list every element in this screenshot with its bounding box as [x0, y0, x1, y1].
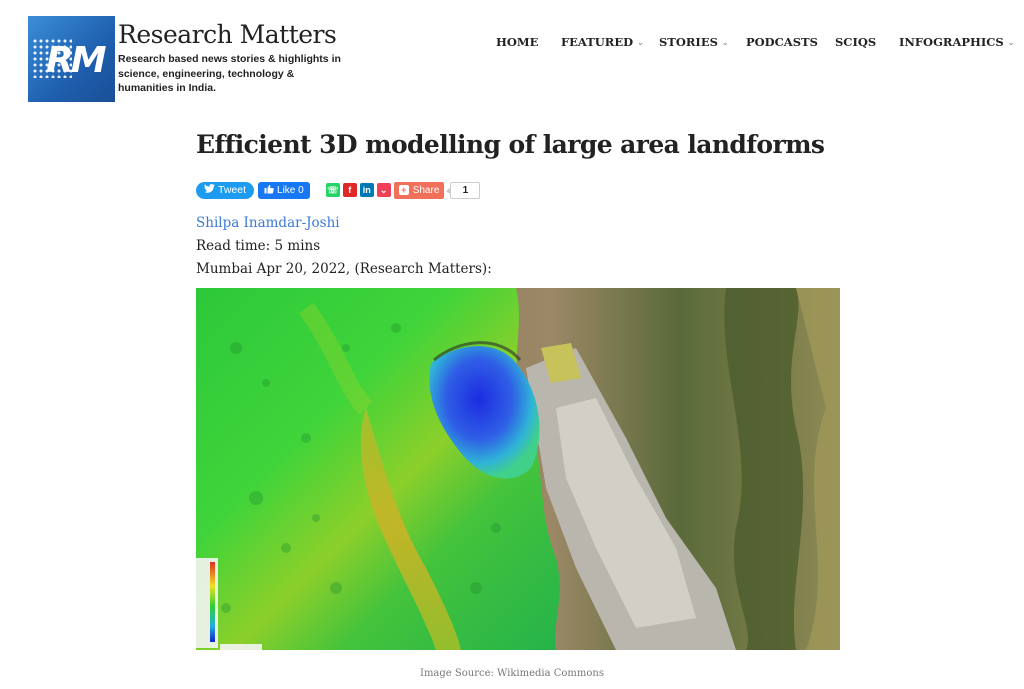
linkedin-icon[interactable]: in [359, 183, 374, 197]
nav-item-infographics[interactable]: INFOGRAPHICS ⌄ [899, 35, 1014, 49]
share-button[interactable]: + Share [393, 181, 445, 199]
nav-item-stories[interactable]: STORIES ⌄ [659, 35, 746, 49]
read-time: Read time: 5 mins [196, 238, 321, 254]
nav-item-podcasts[interactable]: PODCASTS [746, 35, 835, 49]
nav-label: SCIQS [835, 35, 877, 49]
logo-text: RM [46, 40, 107, 81]
share-count: 1 [446, 181, 481, 199]
whatsapp-icon[interactable]: ☏ [325, 183, 340, 197]
main-nav: HOME FEATURED ⌄ STORIES ⌄ PODCASTS SCIQS… [496, 35, 1014, 49]
article-title: Efficient 3D modelling of large area lan… [196, 130, 825, 159]
nav-label: HOME [496, 35, 539, 49]
article-hero-image [196, 288, 840, 650]
site-logo[interactable]: RM [28, 16, 115, 102]
nav-label: FEATURED [561, 35, 634, 49]
facebook-like-button[interactable]: Like 0 [258, 181, 310, 199]
dateline: Mumbai Apr 20, 2022, (Research Matters): [196, 261, 492, 277]
flipboard-icon[interactable]: f [342, 183, 357, 197]
chevron-down-icon: ⌄ [721, 37, 729, 47]
thumbs-up-icon [264, 184, 274, 197]
tweet-button[interactable]: Tweet [196, 181, 255, 199]
chevron-down-icon: ⌄ [1007, 37, 1015, 47]
nav-item-home[interactable]: HOME [496, 35, 561, 49]
share-bar: Tweet Like 0 ☏ f in ⌄ + Share 1 [196, 181, 481, 199]
like-label: Like 0 [277, 184, 304, 196]
author-link[interactable]: Shilpa Inamdar-Joshi [196, 215, 340, 231]
nav-label: INFOGRAPHICS [899, 35, 1004, 49]
site-title[interactable]: Research Matters [118, 20, 337, 49]
nav-item-sciqs[interactable]: SCIQS [835, 35, 899, 49]
nav-label: PODCASTS [746, 35, 818, 49]
nav-item-featured[interactable]: FEATURED ⌄ [561, 35, 659, 49]
chevron-down-icon: ⌄ [637, 37, 644, 47]
plus-icon: + [398, 185, 409, 195]
image-caption: Image Source: Wikimedia Commons [420, 668, 604, 679]
share-label: Share [412, 184, 440, 196]
pocket-icon[interactable]: ⌄ [376, 183, 391, 197]
tweet-label: Tweet [218, 184, 247, 196]
site-tagline: Research based news stories & highlights… [118, 53, 341, 94]
nav-label: STORIES [659, 35, 718, 49]
twitter-bird-icon [204, 184, 215, 196]
